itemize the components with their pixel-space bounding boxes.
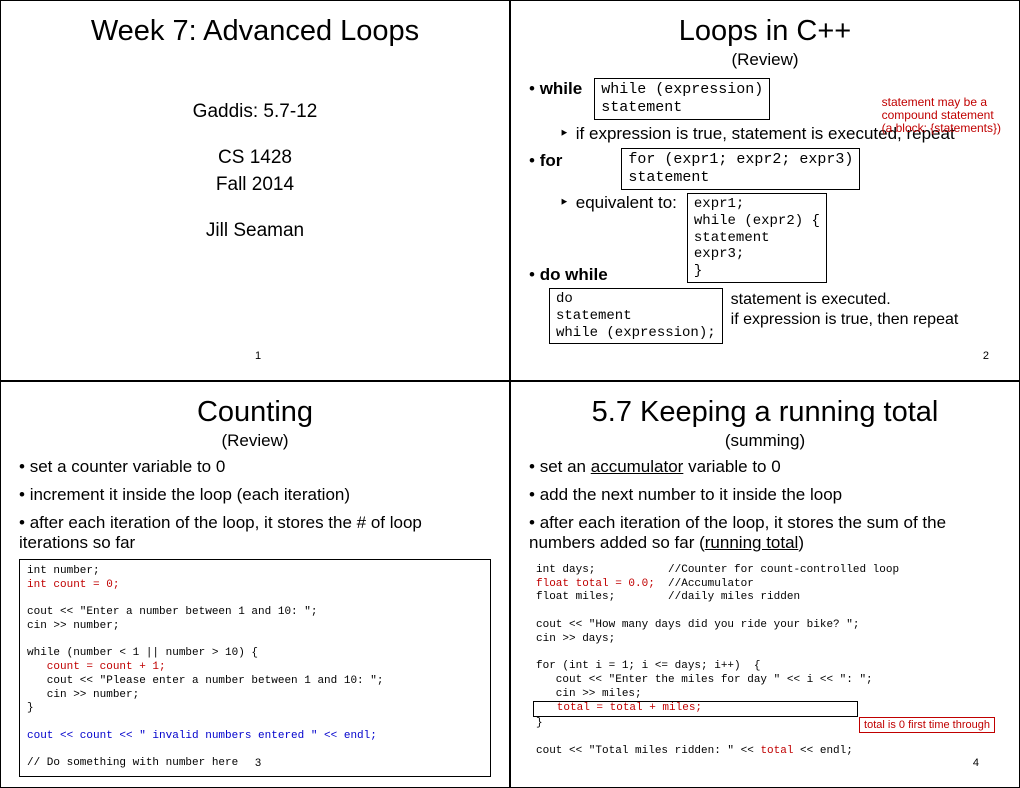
red-note-1c: (a block: {statements}) bbox=[882, 122, 1001, 135]
dowhile-note: statement is executed. if expression is … bbox=[731, 290, 959, 330]
page-number: 2 bbox=[983, 350, 989, 362]
code-dowhile: do statement while (expression); bbox=[549, 288, 723, 344]
code-while: while (expression) statement bbox=[594, 78, 770, 120]
slide3-subtitle: (Review) bbox=[19, 431, 491, 451]
page-number: 1 bbox=[255, 350, 261, 362]
page-number: 3 bbox=[255, 757, 261, 769]
s3-code: int number; int count = 0; cout << "Ente… bbox=[19, 559, 491, 777]
slide3-title: Counting bbox=[19, 396, 491, 429]
slide2-subtitle: (Review) bbox=[529, 50, 1001, 70]
red-total-note: total is 0 first time through bbox=[859, 717, 995, 733]
slide4-subtitle: (summing) bbox=[529, 431, 1001, 451]
page-number: 4 bbox=[973, 757, 979, 769]
slide2-title: Loops in C++ bbox=[529, 15, 1001, 48]
text-term: Fall 2014 bbox=[19, 171, 491, 199]
slide1-body: Gaddis: 5.7-12 CS 1428 Fall 2014 Jill Se… bbox=[19, 98, 491, 244]
s3-b3: after each iteration of the loop, it sto… bbox=[19, 513, 491, 553]
s3-b1: set a counter variable to 0 bbox=[19, 457, 491, 477]
slide-3: Counting (Review) set a counter variable… bbox=[0, 381, 510, 788]
slide-2: Loops in C++ (Review) statement may be a… bbox=[510, 0, 1020, 381]
code-for: for (expr1; expr2; expr3) statement bbox=[621, 148, 860, 190]
text-gaddis: Gaddis: 5.7-12 bbox=[19, 98, 491, 126]
for-note: equivalent to: bbox=[559, 193, 677, 213]
s4-b1: set an accumulator variable to 0 bbox=[529, 457, 1001, 477]
s4-b2: add the next number to it inside the loo… bbox=[529, 485, 1001, 505]
bullet-for: for bbox=[529, 151, 562, 171]
slide-1: Week 7: Advanced Loops Gaddis: 5.7-12 CS… bbox=[0, 0, 510, 381]
bullet-while: while bbox=[529, 79, 582, 99]
code-for-equiv: expr1; while (expr2) { statement expr3; … bbox=[687, 193, 827, 283]
slide4-title: 5.7 Keeping a running total bbox=[529, 396, 1001, 429]
slide-4: 5.7 Keeping a running total (summing) se… bbox=[510, 381, 1020, 788]
text-author: Jill Seaman bbox=[19, 217, 491, 245]
s4-b3: after each iteration of the loop, it sto… bbox=[529, 513, 1001, 553]
text-course: CS 1428 bbox=[19, 144, 491, 172]
s3-b2: increment it inside the loop (each itera… bbox=[19, 485, 491, 505]
red-note-block: statement may be a compound statement (a… bbox=[882, 96, 1001, 136]
slide1-title: Week 7: Advanced Loops bbox=[19, 15, 491, 48]
